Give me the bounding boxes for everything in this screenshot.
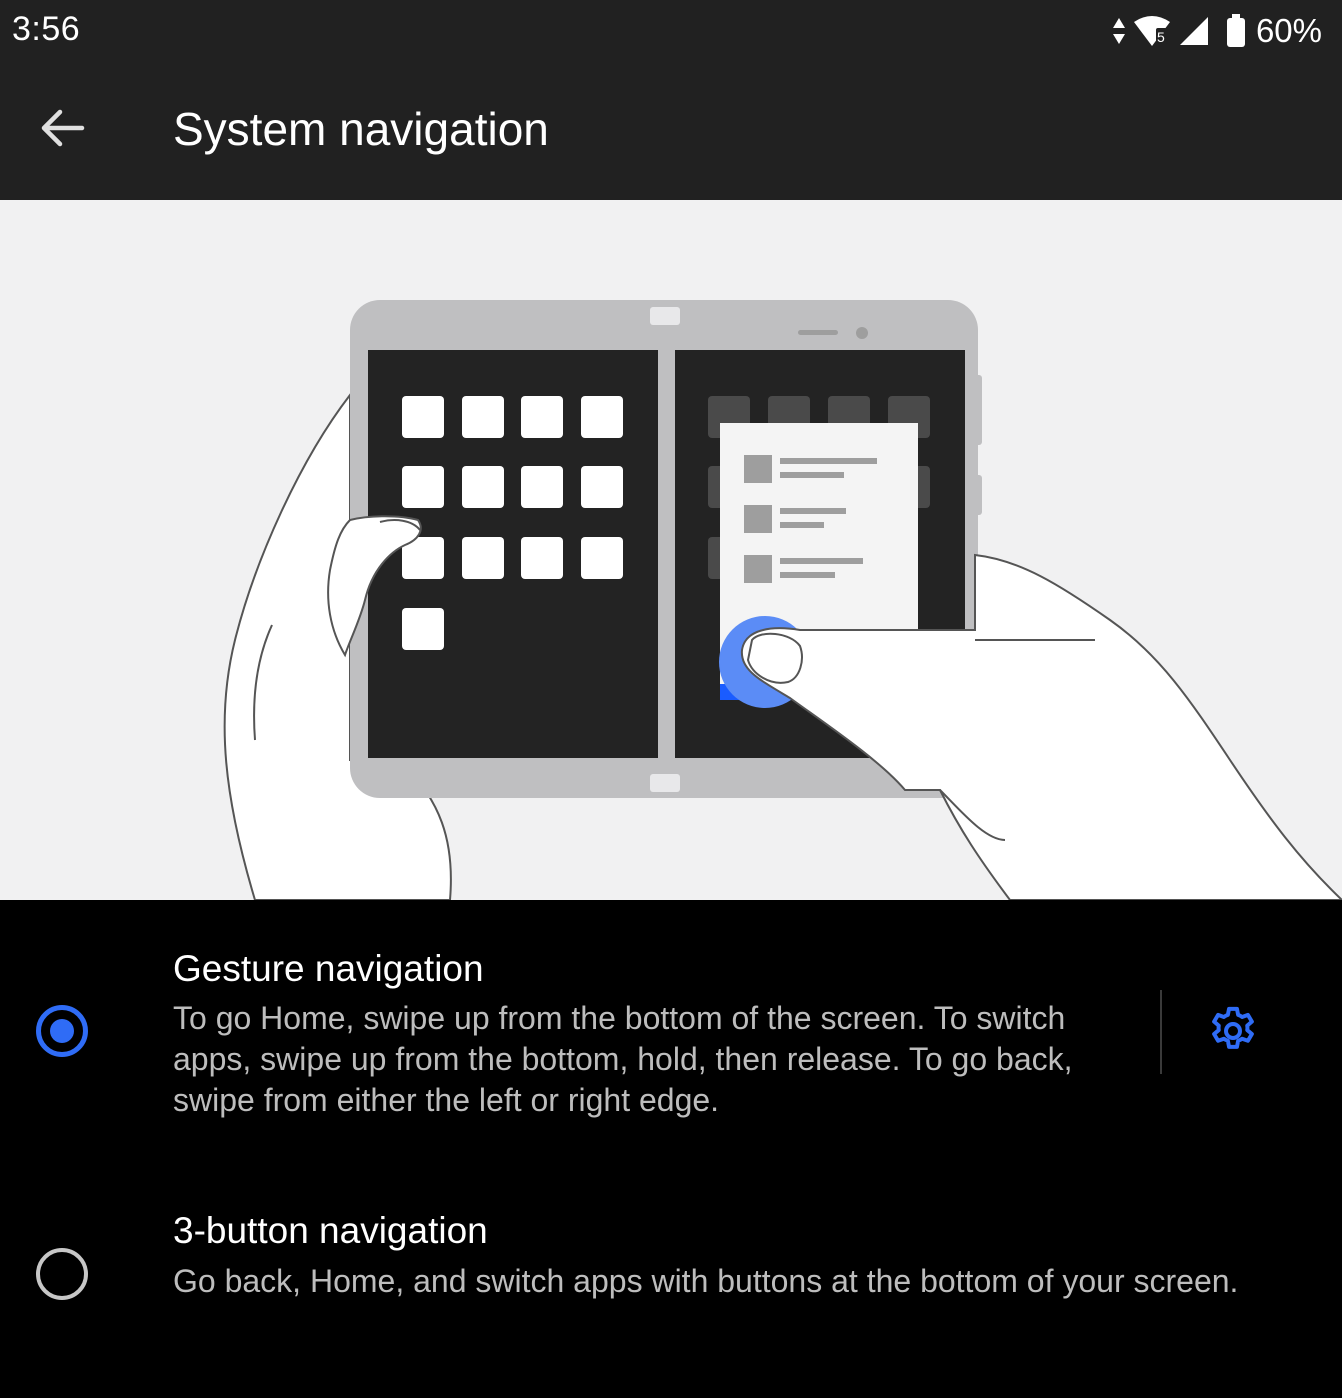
dual-screen-gesture-illustration (223, 300, 1342, 900)
back-button[interactable] (22, 90, 102, 170)
status-icons: 5 60% (1112, 8, 1322, 54)
gesture-option-description: To go Home, swipe up from the bottom of … (173, 1000, 1073, 1118)
battery-icon (1226, 14, 1246, 48)
gesture-option-title: Gesture navigation (173, 948, 484, 989)
3-button-radio-button[interactable] (36, 1248, 88, 1300)
option-3-button-navigation[interactable]: 3-button navigation Go back, Home, and s… (0, 1190, 1342, 1390)
wifi-icon: 5 (1132, 14, 1172, 48)
page-title: System navigation (173, 103, 549, 155)
data-arrows-icon (1112, 16, 1126, 46)
vertical-divider (1160, 990, 1162, 1074)
3-button-option-description: Go back, Home, and switch apps with butt… (173, 1263, 1239, 1299)
gesture-settings-button[interactable] (1196, 996, 1270, 1070)
status-time: 3:56 (12, 10, 81, 48)
gear-icon (1205, 1003, 1261, 1064)
3-button-option-title: 3-button navigation (173, 1210, 488, 1251)
gesture-illustration (0, 200, 1342, 900)
svg-text:5: 5 (1157, 29, 1165, 45)
battery-percent: 60% (1255, 12, 1322, 49)
option-gesture-navigation[interactable]: Gesture navigation To go Home, swipe up … (0, 900, 1342, 1150)
arrow-back-icon (38, 104, 86, 157)
gesture-radio-button[interactable] (36, 1005, 88, 1057)
cell-signal-icon (1178, 15, 1210, 47)
app-bar: System navigation (0, 64, 1342, 200)
status-bar: 3:56 5 60% (0, 0, 1342, 64)
